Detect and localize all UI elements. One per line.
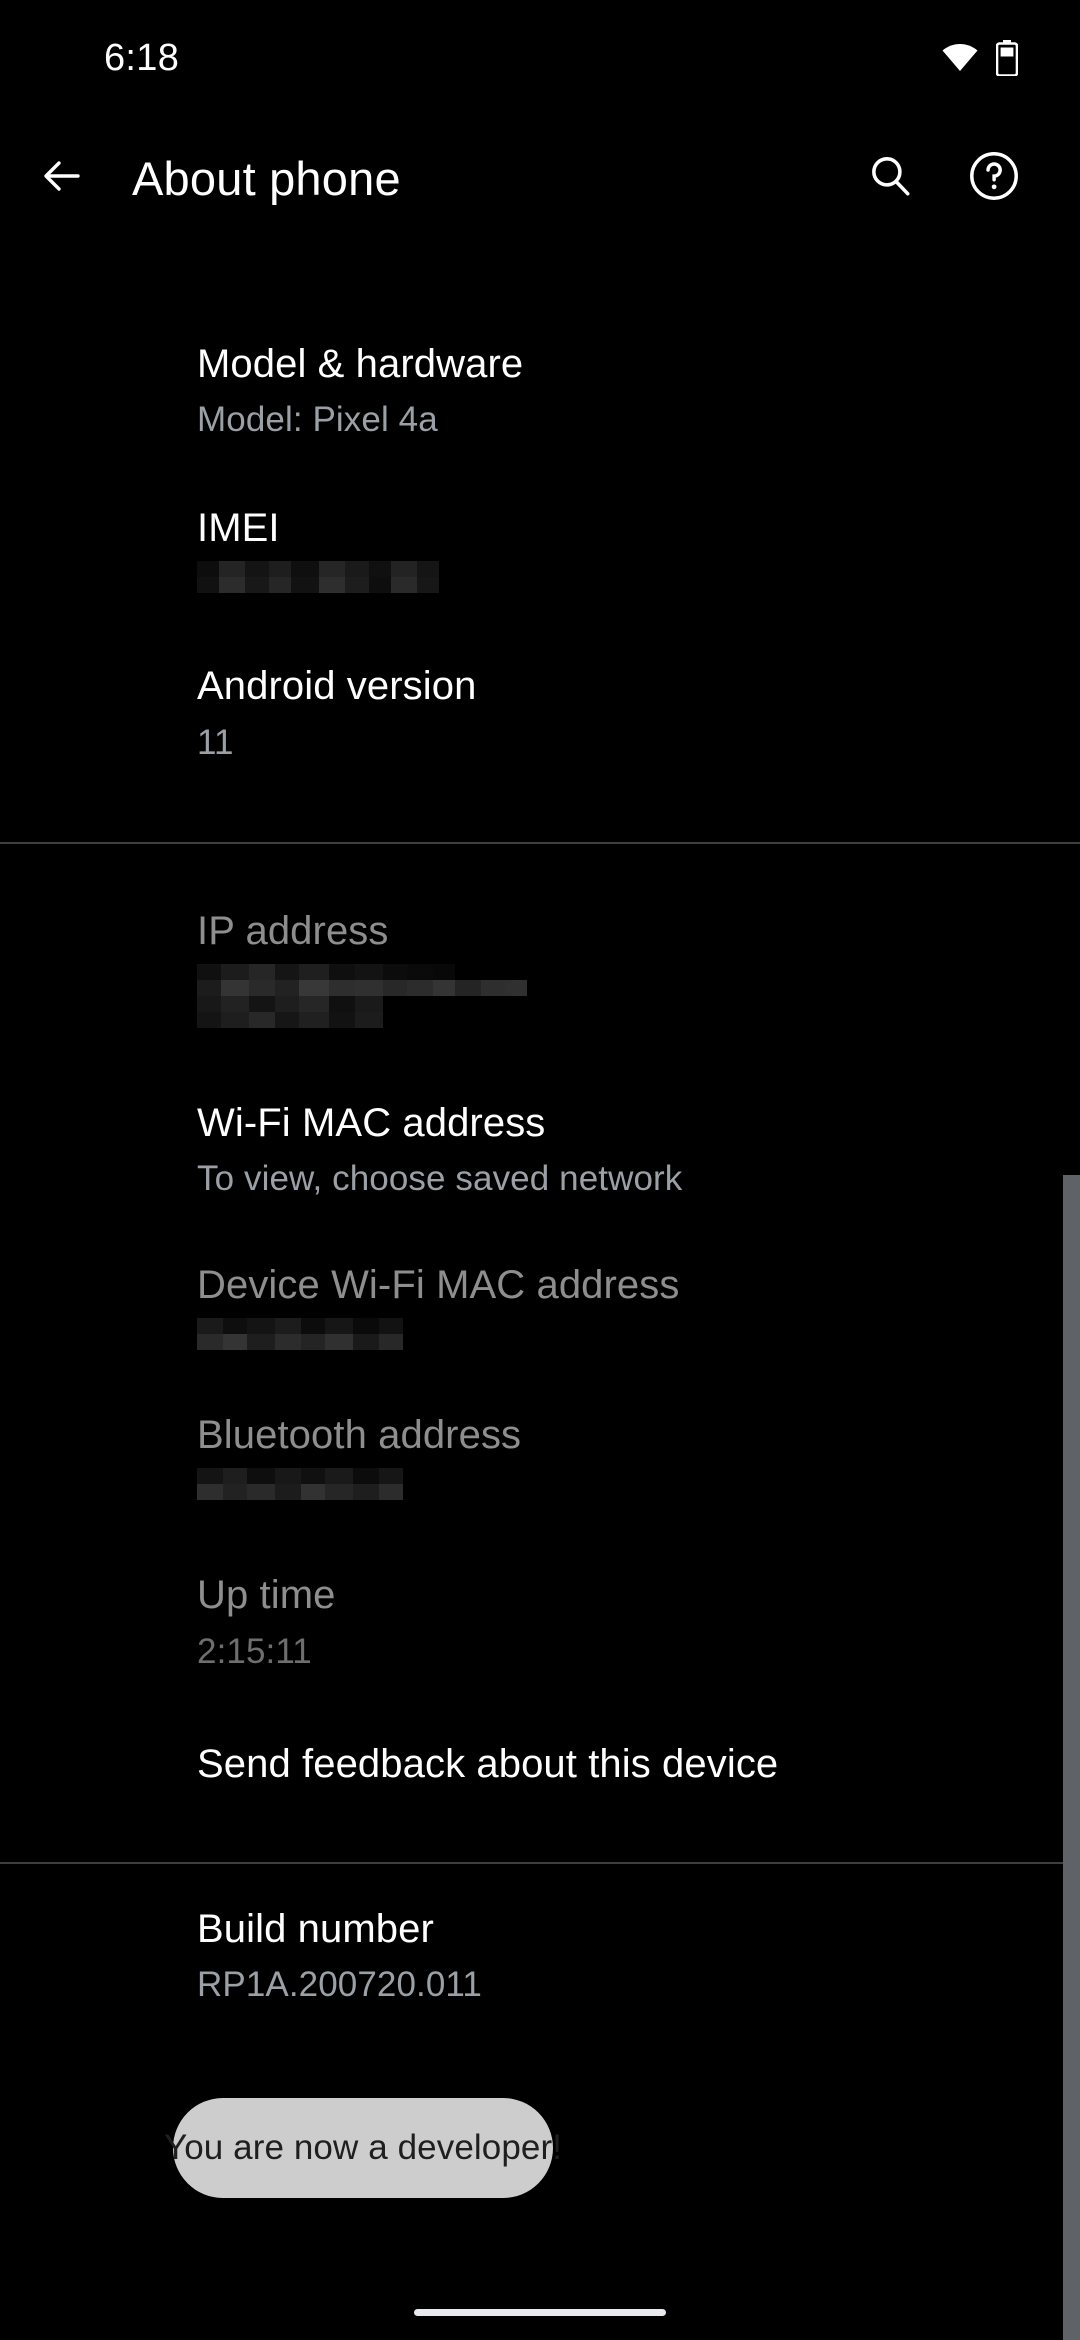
status-bar: 6:18	[0, 0, 1080, 116]
help-circle-icon	[968, 150, 1020, 207]
list-item-model-hardware[interactable]: Model & hardware Model: Pixel 4a	[0, 241, 1080, 441]
battery-icon	[995, 40, 1019, 77]
redacted-value-device-wifi-mac	[197, 1318, 1020, 1351]
row-title: Android version	[197, 664, 477, 709]
app-bar-actions	[862, 151, 1022, 207]
row-subtitle: RP1A.200720.011	[197, 1964, 482, 2004]
list-item-bluetooth-address[interactable]: Bluetooth address	[0, 1350, 1080, 1501]
row-title: IP address	[197, 908, 389, 953]
row-title: Build number	[197, 1906, 434, 1951]
redacted-value-bluetooth-address	[197, 1468, 1020, 1501]
list-item-imei[interactable]: IMEI	[0, 441, 1080, 594]
row-subtitle: Model: Pixel 4a	[197, 400, 438, 440]
row-title: Send feedback about this device	[197, 1741, 779, 1786]
list-item-build-number[interactable]: Build number RP1A.200720.011	[0, 1864, 1080, 2006]
vertical-scrollbar[interactable]	[1063, 1175, 1080, 2340]
settings-list: Model & hardware Model: Pixel 4a IMEI An…	[0, 241, 1080, 2006]
row-title: Bluetooth address	[197, 1413, 522, 1458]
row-title: Device Wi-Fi MAC address	[197, 1262, 680, 1307]
list-item-up-time[interactable]: Up time 2:15:11	[0, 1500, 1080, 1672]
help-button[interactable]	[966, 151, 1022, 207]
status-bar-clock: 6:18	[104, 36, 180, 79]
app-bar: About phone	[0, 116, 1080, 241]
search-button[interactable]	[862, 151, 918, 207]
page-title: About phone	[132, 152, 401, 205]
list-item-send-feedback[interactable]: Send feedback about this device	[0, 1673, 1080, 1862]
row-subtitle: To view, choose saved network	[197, 1158, 683, 1198]
home-indicator[interactable]	[414, 2309, 666, 2316]
row-title: Up time	[197, 1573, 336, 1618]
row-subtitle: 11	[197, 722, 234, 762]
list-item-device-wifi-mac-address[interactable]: Device Wi-Fi MAC address	[0, 1200, 1080, 1351]
back-button[interactable]	[22, 139, 102, 219]
row-subtitle: 2:15:11	[197, 1631, 312, 1671]
toast-message: You are now a developer!	[163, 2128, 563, 2167]
row-title: IMEI	[197, 506, 280, 551]
row-title: Wi-Fi MAC address	[197, 1100, 546, 1145]
toast-notification: You are now a developer!	[164, 2098, 562, 2198]
arrow-back-icon	[38, 152, 86, 205]
list-item-wifi-mac-address[interactable]: Wi-Fi MAC address To view, choose saved …	[0, 1028, 1080, 1200]
redacted-value-ip-address	[197, 963, 1020, 1028]
list-item-android-version[interactable]: Android version 11	[0, 593, 1080, 841]
status-bar-icons	[942, 40, 1019, 77]
list-item-ip-address[interactable]: IP address	[0, 844, 1080, 1028]
phone-screen: 6:18 About phone Model & hardware Model:…	[0, 0, 1080, 2340]
search-icon	[865, 151, 915, 206]
row-title: Model & hardware	[197, 342, 524, 386]
redacted-value-imei	[197, 561, 1020, 594]
wifi-icon	[942, 44, 978, 72]
